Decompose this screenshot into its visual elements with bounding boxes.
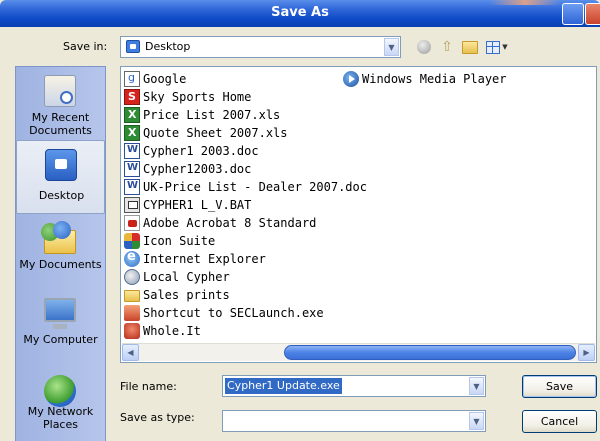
place-label: My Computer: [23, 333, 98, 346]
scroll-left-button[interactable]: ◀: [122, 344, 139, 361]
chevron-down-icon[interactable]: ▼: [469, 412, 484, 430]
back-button[interactable]: [414, 38, 434, 56]
file-name: Sky Sports Home: [143, 90, 252, 104]
network-places-icon: [44, 375, 76, 407]
place-my-recent-documents[interactable]: My Recent Documents: [16, 67, 105, 141]
up-folder-icon: ⇧: [441, 39, 453, 55]
file-name-label: File name:: [120, 380, 177, 393]
new-folder-button[interactable]: [460, 38, 480, 56]
cancel-button[interactable]: Cancel: [522, 410, 597, 433]
file-name: Local Cypher: [143, 270, 230, 284]
file-item[interactable]: Cypher12003.doc: [124, 160, 251, 178]
save-as-type-label: Save as type:: [120, 411, 195, 424]
file-item[interactable]: Internet Explorer: [124, 249, 266, 268]
word-file-icon: [124, 161, 140, 177]
chevron-down-icon[interactable]: ▼: [384, 38, 399, 56]
save-in-dropdown[interactable]: Desktop ▼: [120, 36, 401, 58]
file-name: Price List 2007.xls: [143, 108, 281, 122]
file-item[interactable]: Shortcut to SECLaunch.exe: [124, 304, 324, 322]
views-menu-button[interactable]: ▼: [484, 38, 510, 56]
icon-suite-icon: [124, 233, 140, 249]
views-icon: [486, 40, 501, 54]
file-item[interactable]: Price List 2007.xls: [124, 106, 280, 124]
local-cypher-icon: [124, 269, 140, 285]
whole-it-icon: [124, 323, 140, 339]
up-one-level-button[interactable]: ⇧: [437, 38, 457, 56]
window-title: Save As: [271, 5, 329, 20]
acrobat-icon: [124, 215, 140, 231]
file-name-field[interactable]: Cypher1 Update.exe ▼: [222, 375, 486, 397]
place-label: My Documents: [19, 258, 102, 271]
title-bar: Save As: [0, 0, 600, 27]
file-item[interactable]: Adobe Acrobat 8 Standard: [124, 214, 316, 232]
file-name: Adobe Acrobat 8 Standard: [143, 216, 317, 230]
file-name: Sales prints: [143, 288, 230, 302]
place-my-computer[interactable]: My Computer: [16, 290, 105, 364]
desktop-icon: [45, 149, 77, 181]
file-item[interactable]: Quote Sheet 2007.xls: [124, 124, 288, 142]
help-button[interactable]: [562, 3, 584, 25]
save-button[interactable]: Save: [522, 375, 597, 398]
place-my-documents[interactable]: My Documents: [16, 216, 105, 290]
batch-file-icon: [124, 197, 140, 213]
file-name: Shortcut to SECLaunch.exe: [143, 306, 324, 320]
views-dropdown-arrow: ▼: [502, 43, 508, 51]
word-file-icon: [124, 179, 140, 195]
word-file-icon: [124, 143, 140, 159]
back-icon: [417, 40, 431, 54]
place-label: My Network Places: [27, 405, 94, 431]
file-name-value[interactable]: Cypher1 Update.exe: [225, 378, 342, 394]
save-in-label: Save in:: [63, 40, 108, 53]
desktop-icon: [126, 40, 140, 53]
file-name: CYPHER1 L_V.BAT: [143, 198, 252, 212]
file-item[interactable]: Sales prints: [124, 286, 230, 304]
file-name: Whole.It: [143, 324, 201, 338]
new-folder-icon: [462, 40, 478, 54]
file-name: Google: [143, 72, 187, 86]
scroll-right-button[interactable]: ▶: [578, 344, 595, 361]
file-item[interactable]: Sky Sports Home: [124, 88, 251, 106]
recent-documents-icon: [44, 75, 76, 107]
file-name: UK-Price List - Dealer 2007.doc: [143, 180, 367, 194]
file-list[interactable]: Google Sky Sports Home Price List 2007.x…: [120, 66, 597, 363]
my-documents-icon: [41, 221, 76, 254]
place-my-network-places[interactable]: My Network Places: [16, 367, 105, 441]
file-item[interactable]: CYPHER1 L_V.BAT: [124, 196, 251, 214]
file-item[interactable]: UK-Price List - Dealer 2007.doc: [124, 178, 367, 196]
file-name: Windows Media Player: [362, 72, 507, 86]
places-bar: My Recent Documents Desktop My Documents…: [15, 66, 106, 441]
computer-icon: [44, 298, 76, 329]
file-item[interactable]: Cypher1 2003.doc: [124, 142, 259, 160]
place-desktop[interactable]: Desktop: [16, 140, 105, 214]
save-as-type-dropdown[interactable]: ▼: [222, 410, 486, 432]
file-item[interactable]: Local Cypher: [124, 268, 230, 286]
file-name: Cypher12003.doc: [143, 162, 252, 176]
file-item[interactable]: Icon Suite: [124, 232, 215, 250]
file-item[interactable]: Whole.It: [124, 322, 201, 340]
save-in-value: Desktop: [145, 40, 191, 53]
file-name: Quote Sheet 2007.xls: [143, 126, 288, 140]
exe-shortcut-icon: [124, 305, 140, 321]
excel-file-icon: [124, 107, 140, 123]
scrollbar-thumb[interactable]: [284, 345, 576, 360]
file-item[interactable]: Google: [124, 70, 186, 88]
place-label: My Recent Documents: [29, 111, 92, 137]
folder-icon: [124, 290, 140, 302]
shortcut-icon: [124, 71, 140, 87]
horizontal-scrollbar[interactable]: ◀ ▶: [122, 343, 595, 361]
file-name: Internet Explorer: [143, 252, 266, 266]
sky-sports-icon: [124, 89, 140, 105]
internet-explorer-icon: [124, 249, 140, 267]
file-name: Icon Suite: [143, 234, 216, 248]
file-name: Cypher1 2003.doc: [143, 144, 259, 158]
file-item[interactable]: Windows Media Player: [343, 70, 507, 88]
chevron-down-icon[interactable]: ▼: [469, 377, 484, 395]
media-player-icon: [343, 71, 359, 87]
excel-file-icon: [124, 125, 140, 141]
close-button[interactable]: [585, 3, 600, 25]
place-label: Desktop: [38, 189, 85, 202]
